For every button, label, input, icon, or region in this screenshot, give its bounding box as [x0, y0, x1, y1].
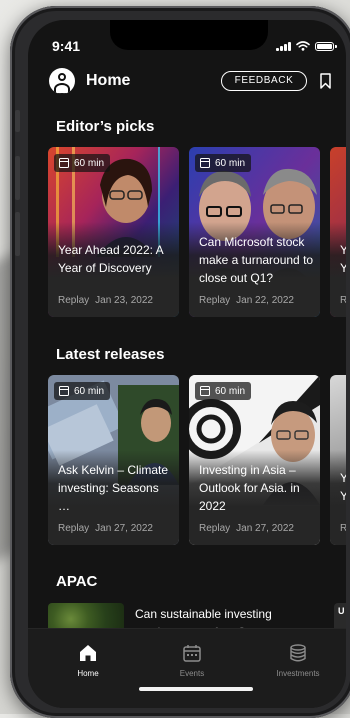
- latest-releases-carousel[interactable]: 60 min Ask Kelvin – Climate investing: S…: [48, 375, 346, 545]
- card-meta: R: [340, 523, 346, 534]
- video-card-partial[interactable]: Y Y R: [330, 147, 346, 317]
- bookmark-icon[interactable]: [320, 73, 331, 89]
- card-meta: Replay Jan 27, 2022: [199, 523, 294, 534]
- calendar-icon: [200, 386, 210, 396]
- notch: [110, 20, 268, 50]
- duration-badge: 60 min: [195, 154, 252, 172]
- card-meta: R: [340, 295, 346, 306]
- tab-investments[interactable]: Investments: [258, 643, 338, 678]
- volume-down-button: [15, 212, 20, 256]
- card-title: Investing in Asia – Outlook for Asia. in…: [199, 463, 300, 513]
- profile-avatar-icon[interactable]: [49, 68, 75, 94]
- video-card[interactable]: 60 min Can Microsoft stock make a turnar…: [189, 147, 320, 317]
- card-meta: Replay Jan 22, 2022: [199, 295, 294, 306]
- card-meta: Replay Jan 23, 2022: [58, 295, 153, 306]
- video-card[interactable]: 60 min Ask Kelvin – Climate investing: S…: [48, 375, 179, 545]
- volume-up-button: [15, 156, 20, 200]
- app-screen: 9:41 Home FEEDBACK Editor’s picks 60 min…: [28, 20, 346, 708]
- calendar-icon: [200, 158, 210, 168]
- tab-events[interactable]: Events: [152, 643, 232, 678]
- feedback-button[interactable]: FEEDBACK: [221, 71, 307, 91]
- card-title: Can Microsoft stock make a turnaround to…: [199, 235, 314, 285]
- phone-frame: 9:41 Home FEEDBACK Editor’s picks 60 min…: [10, 6, 350, 718]
- video-card[interactable]: 60 min Year Ahead 2022: A Year of Discov…: [48, 147, 179, 317]
- coins-icon: [290, 644, 306, 662]
- editors-picks-carousel[interactable]: 60 min Year Ahead 2022: A Year of Discov…: [48, 147, 346, 317]
- status-time: 9:41: [52, 38, 81, 54]
- card-title: Year Ahead 2022: A Year of Discovery: [58, 243, 163, 275]
- section-title-latest-releases: Latest releases: [56, 346, 165, 363]
- card-title: Ask Kelvin – Climate investing: Seasons …: [58, 463, 169, 513]
- card-title: Y Y: [340, 243, 346, 275]
- bottom-tab-bar: Home Events Investments: [28, 628, 346, 708]
- silent-switch: [15, 110, 20, 132]
- calendar-icon: [59, 158, 69, 168]
- page-title: Home: [86, 72, 131, 89]
- video-card-partial[interactable]: Y Y R: [330, 375, 346, 545]
- home-icon: [80, 645, 96, 661]
- duration-badge: 60 min: [54, 154, 111, 172]
- battery-icon: [315, 42, 337, 51]
- tab-home[interactable]: Home: [48, 643, 128, 678]
- duration-badge: 60 min: [195, 382, 252, 400]
- status-icons: [276, 41, 337, 51]
- signal-icon: [276, 41, 291, 51]
- app-header: Home FEEDBACK: [28, 66, 346, 96]
- calendar-icon: [59, 386, 69, 396]
- wifi-icon: [296, 41, 310, 51]
- section-title-apac: APAC: [56, 573, 98, 590]
- card-meta: Replay Jan 27, 2022: [58, 523, 153, 534]
- video-card[interactable]: 60 min Investing in Asia – Outlook for A…: [189, 375, 320, 545]
- duration-badge: 60 min: [54, 382, 111, 400]
- home-indicator[interactable]: [139, 687, 253, 691]
- calendar-icon: [183, 645, 201, 662]
- section-title-editors-picks: Editor’s picks: [56, 118, 155, 135]
- card-title: Y Y: [340, 471, 346, 503]
